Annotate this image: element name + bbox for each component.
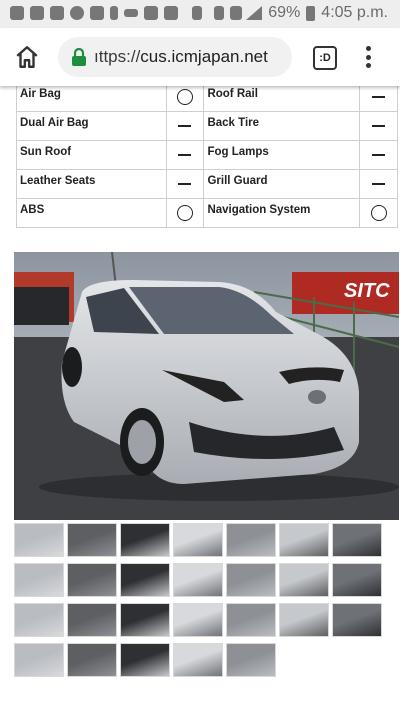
- thumbnail-door-handle[interactable]: [332, 603, 382, 637]
- battery-level: 69%: [268, 4, 301, 21]
- thumbnail-rear-view[interactable]: [332, 523, 382, 557]
- feature-label: Air Bag: [16, 82, 167, 112]
- url-scheme: ıttps://: [94, 47, 141, 66]
- url-text: ıttps://cus.icmjapan.net: [94, 47, 268, 67]
- message-icon: [10, 6, 24, 20]
- feature-label: Dual Air Bag: [16, 111, 167, 141]
- thumbnail-cockpit[interactable]: [226, 643, 276, 677]
- circle-icon: [176, 89, 193, 105]
- feature-label: Leather Seats: [16, 169, 167, 199]
- feature-row: Air Bag Roof Rail: [16, 82, 398, 112]
- not-equipped-dash-icon: [359, 140, 398, 170]
- feature-label: Grill Guard: [203, 169, 361, 199]
- thumbnail-engine-bay[interactable]: [67, 523, 117, 557]
- equipped-circle-icon: [359, 198, 398, 228]
- thumbnail-rear-seats[interactable]: [173, 563, 223, 597]
- circle-icon: [176, 205, 193, 221]
- facebook-icon: [50, 6, 64, 20]
- not-equipped-dash-icon: [165, 111, 205, 141]
- youtube-icon: [164, 6, 178, 20]
- thumbnail-undercarriage[interactable]: [173, 643, 223, 677]
- one-icon: [192, 6, 202, 20]
- clock: 4:05 p.m.: [321, 4, 388, 21]
- media-icon: [144, 6, 158, 20]
- thumbnail-steering-wheel[interactable]: [332, 563, 382, 597]
- thumbnail-cargo-seats[interactable]: [279, 563, 329, 597]
- feature-row: Leather Seats Grill Guard: [16, 169, 398, 199]
- wifi-icon: [230, 6, 242, 20]
- dash-icon: [372, 124, 386, 127]
- features-table: Air Bag Roof Rail Dual Air Bag Back Tire Sun…: [16, 82, 398, 228]
- feature-label: ABS: [16, 198, 167, 228]
- tab-switcher-button[interactable]: :D: [313, 46, 337, 70]
- url-host: cus.icmjapan.net: [140, 47, 268, 66]
- thumbnail-side-profile[interactable]: [14, 563, 64, 597]
- thumbnail-dashboard[interactable]: [120, 523, 170, 557]
- thumbnail-interior-wide[interactable]: [120, 563, 170, 597]
- thumbnail-rear-quarter[interactable]: [279, 523, 329, 557]
- not-equipped-dash-icon: [165, 140, 205, 170]
- main-car-photo[interactable]: SITC: [14, 252, 399, 520]
- dash-icon: [178, 124, 192, 127]
- circle-icon: [370, 205, 387, 221]
- dash-icon: [178, 153, 192, 156]
- thumbnail-underbody[interactable]: [14, 643, 64, 677]
- thumbnail-door-panel[interactable]: [173, 603, 223, 637]
- thumbnail-front-view[interactable]: [67, 563, 117, 597]
- mute-icon: [214, 6, 224, 20]
- overflow-menu-button[interactable]: [360, 44, 376, 70]
- feature-label: Navigation System: [203, 198, 361, 228]
- voicemail-icon: [124, 9, 138, 17]
- svg-text:SITC: SITC: [344, 280, 390, 302]
- facebook-icon: [30, 6, 44, 20]
- not-equipped-dash-icon: [359, 169, 398, 199]
- browser-toolbar: ıttps://cus.icmjapan.net :D: [0, 28, 400, 86]
- dash-icon: [372, 182, 386, 185]
- feature-row: Dual Air Bag Back Tire: [16, 111, 398, 141]
- feature-row: ABS Navigation System: [16, 198, 398, 228]
- feature-label: Roof Rail: [203, 82, 361, 112]
- dash-icon: [372, 95, 386, 98]
- tab-count: :D: [319, 52, 331, 64]
- thumbnail-side-view[interactable]: [226, 523, 276, 557]
- thumbnail-cargo-area[interactable]: [226, 563, 276, 597]
- feature-label: Sun Roof: [16, 140, 167, 170]
- thumbnail-underbody-rear[interactable]: [67, 643, 117, 677]
- address-bar[interactable]: ıttps://cus.icmjapan.net: [58, 37, 292, 77]
- feature-row: Sun Roof Fog Lamps: [16, 140, 398, 170]
- dash-icon: [372, 153, 386, 156]
- notification-icons: [10, 6, 242, 20]
- thumbnail-exhaust[interactable]: [120, 643, 170, 677]
- battery-icon: [306, 5, 316, 21]
- gallery-icon: [90, 6, 104, 20]
- not-equipped-dash-icon: [165, 169, 205, 199]
- lock-icon: [72, 48, 86, 66]
- thumbnail-spare-tire[interactable]: [226, 603, 276, 637]
- feature-label: Back Tire: [203, 111, 361, 141]
- equipped-circle-icon: [165, 198, 205, 228]
- not-equipped-dash-icon: [359, 82, 398, 112]
- thumbnail-navigation[interactable]: [67, 603, 117, 637]
- signal-icon: [246, 6, 263, 20]
- home-icon[interactable]: [14, 44, 40, 70]
- feature-label: Fog Lamps: [203, 140, 361, 170]
- microphone-icon: [110, 6, 118, 20]
- thumbnail-instrument-panel[interactable]: [120, 603, 170, 637]
- dash-icon: [178, 182, 192, 185]
- messenger-icon: [70, 6, 84, 20]
- thumbnail-trunk-mat[interactable]: [173, 523, 223, 557]
- status-bar: 69% 4:05 p.m.: [0, 0, 400, 28]
- thumbnail-wheel[interactable]: [14, 603, 64, 637]
- thumbnail-front-quarter[interactable]: [14, 523, 64, 557]
- thumbnail-gear-shift[interactable]: [279, 603, 329, 637]
- not-equipped-dash-icon: [359, 111, 398, 141]
- equipped-circle-icon: [165, 82, 205, 112]
